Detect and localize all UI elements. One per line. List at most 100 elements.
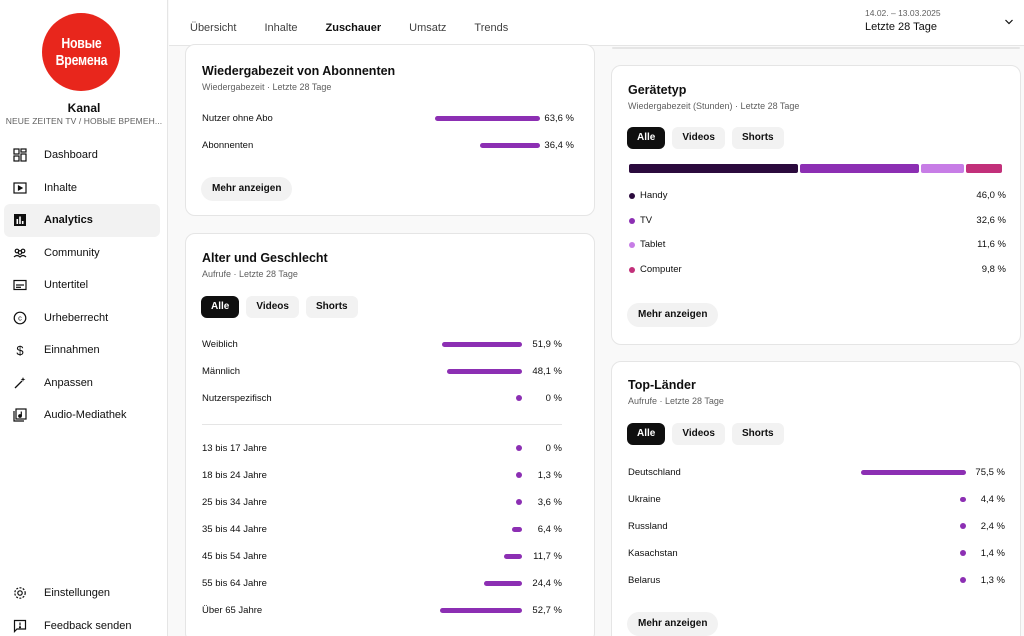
sidebar-item-audio-library[interactable]: Audio-Mediathek: [4, 399, 160, 432]
chip-shorts[interactable]: Shorts: [731, 423, 784, 445]
row-value: 52,7 %: [532, 605, 562, 616]
content-icon: [13, 181, 27, 195]
sidebar-item-community[interactable]: Community: [4, 237, 160, 270]
bar-dot: [960, 523, 966, 529]
sidebar-item-settings[interactable]: Einstellungen: [4, 577, 160, 610]
divider: [202, 424, 562, 425]
gear-icon: [13, 586, 27, 600]
tab-trends[interactable]: Trends: [474, 0, 508, 46]
sidebar-item-content[interactable]: Inhalte: [4, 172, 160, 205]
tab-audience[interactable]: Zuschauer: [325, 0, 381, 46]
top-countries-card: Top-Länder Aufrufe · Letzte 28 Tage Alle…: [611, 361, 1021, 636]
row-value: 1,3 %: [537, 470, 562, 481]
percent-bar: [447, 369, 522, 374]
chip-shorts[interactable]: Shorts: [731, 127, 784, 149]
country-row: Ukraine 4,4 %: [628, 492, 1005, 508]
row-label: 55 bis 64 Jahre: [202, 578, 267, 589]
card-title: Wiedergabezeit von Abonnenten: [202, 64, 396, 78]
chip-videos[interactable]: Videos: [672, 127, 725, 149]
audio-library-icon: [13, 408, 27, 422]
feedback-icon: [13, 619, 27, 633]
chip-all[interactable]: Alle: [201, 296, 240, 318]
top-bar: Übersicht Inhalte Zuschauer Umsatz Trend…: [169, 0, 1024, 46]
country-row: Deutschland 75,5 %: [628, 465, 1005, 481]
row-label: Computer: [640, 263, 682, 275]
row-label: Nutzerspezifisch: [202, 393, 272, 404]
bar-dot: [960, 577, 966, 583]
card-subtitle: Aufrufe · Letzte 28 Tage: [628, 396, 724, 406]
card-title: Gerätetyp: [628, 83, 687, 97]
age-row: 35 bis 44 Jahre 6,4 %: [202, 522, 562, 538]
row-label: 18 bis 24 Jahre: [202, 470, 267, 481]
row-label: 35 bis 44 Jahre: [202, 524, 267, 535]
row-label: Ukraine: [628, 494, 661, 505]
device-segment: [629, 164, 798, 173]
dashboard-icon: [13, 148, 27, 162]
row-label: Tablet: [640, 239, 666, 250]
sidebar-item-subtitles[interactable]: Untertitel: [4, 269, 160, 302]
chip-shorts[interactable]: Shorts: [305, 296, 358, 318]
row-value: 63,6 %: [544, 113, 574, 124]
tab-content[interactable]: Inhalte: [264, 0, 297, 46]
chip-videos[interactable]: Videos: [246, 296, 299, 318]
percent-bar: [440, 608, 522, 613]
sidebar-item-label: Feedback senden: [44, 619, 132, 632]
row-label: Nutzer ohne Abo: [202, 113, 273, 124]
row-value: 48,1 %: [532, 366, 562, 377]
row-label: Kasachstan: [628, 548, 678, 559]
row-value: 0 %: [545, 443, 562, 454]
chip-all[interactable]: Alle: [627, 423, 666, 445]
show-more-button[interactable]: Mehr anzeigen: [627, 612, 719, 636]
card-title: Top-Länder: [628, 378, 696, 392]
sidebar-item-label: Einstellungen: [44, 587, 111, 600]
age-row: 55 bis 64 Jahre 24,4 %: [202, 576, 562, 592]
date-range: 14.02. – 13.03.2025: [865, 8, 941, 18]
tab-revenue[interactable]: Umsatz: [409, 0, 446, 46]
chevron-down-icon[interactable]: [1004, 17, 1014, 27]
row-value: 11,7 %: [533, 551, 562, 562]
show-more-button[interactable]: Mehr anzeigen: [627, 303, 719, 327]
sidebar-item-label: Analytics: [44, 214, 93, 227]
sidebar-item-dashboard[interactable]: Dashboard: [4, 139, 160, 172]
sidebar-item-earnings[interactable]: $ Einnahmen: [4, 334, 160, 367]
age-row: 18 bis 24 Jahre 1,3 %: [202, 468, 562, 484]
row-value: 11,6 %: [977, 239, 1006, 250]
row-value: 46,0 %: [976, 190, 1006, 201]
row-value: 36,4 %: [544, 140, 574, 151]
date-range-selector[interactable]: 14.02. – 13.03.2025 Letzte 28 Tage: [865, 8, 941, 33]
channel-name: NEUE ZEITEN TV / НОВЫЕ ВРЕМЕН...: [5, 116, 163, 126]
legend-dot: [629, 217, 635, 224]
chip-all[interactable]: Alle: [627, 127, 666, 149]
gender-row: Männlich 48,1 %: [202, 364, 562, 380]
sidebar-item-customize[interactable]: Anpassen: [4, 367, 160, 400]
card-subtitle: Wiedergabezeit · Letzte 28 Tage: [202, 82, 332, 92]
row-label: Deutschland: [628, 467, 681, 478]
logo-line-1: Новые: [60, 35, 102, 52]
chip-videos[interactable]: Videos: [672, 423, 725, 445]
subscriber-row: Abonnenten 36,4 %: [202, 138, 574, 154]
row-label: 45 bis 54 Jahre: [202, 551, 267, 562]
device-stacked-bar: [629, 164, 1004, 173]
sidebar-item-label: Community: [44, 246, 100, 259]
show-more-button[interactable]: Mehr anzeigen: [201, 177, 293, 201]
sidebar-item-feedback[interactable]: Feedback senden: [4, 610, 160, 636]
content-type-chips: Alle Videos Shorts: [627, 423, 791, 445]
sidebar-item-copyright[interactable]: c Urheberrecht: [4, 302, 160, 335]
device-segment: [799, 164, 920, 173]
card-subtitle: Aufrufe · Letzte 28 Tage: [202, 269, 298, 279]
channel-logo[interactable]: Новые Времена: [42, 13, 120, 91]
sidebar: Новые Времена Kanal NEUE ZEITEN TV / НОВ…: [0, 0, 168, 636]
bar-dot: [516, 472, 522, 478]
tab-overview[interactable]: Übersicht: [190, 0, 236, 46]
device-segment: [966, 164, 1002, 173]
card-subtitle: Wiedergabezeit (Stunden) · Letzte 28 Tag…: [628, 101, 800, 111]
row-label: 25 bis 34 Jahre: [202, 497, 267, 508]
percent-bar: [959, 497, 966, 502]
row-value: 1,4 %: [980, 548, 1005, 559]
sidebar-item-label: Einnahmen: [44, 344, 100, 357]
age-row: 25 bis 34 Jahre 3,6 %: [202, 495, 562, 511]
tab-bar: Übersicht Inhalte Zuschauer Umsatz Trend…: [190, 0, 536, 46]
sidebar-item-analytics[interactable]: Analytics: [4, 204, 160, 237]
bar-dot: [516, 395, 522, 401]
row-value: 0 %: [545, 393, 562, 404]
